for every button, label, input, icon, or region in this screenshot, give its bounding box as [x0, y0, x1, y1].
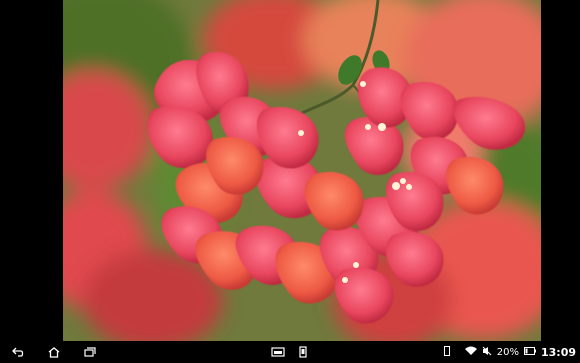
status-area[interactable]: 20% 13:09: [443, 341, 576, 363]
back-icon[interactable]: [8, 341, 28, 363]
wifi-icon: [464, 346, 477, 358]
bougainvillea-photo: [63, 0, 541, 341]
small-apps-icon[interactable]: [268, 341, 288, 363]
home-icon[interactable]: [44, 341, 64, 363]
notification-icon: [443, 345, 450, 359]
mute-icon: [482, 346, 492, 359]
screenshot-icon[interactable]: [293, 341, 313, 363]
system-navigation-bar: 20% 13:09: [0, 341, 580, 363]
battery-percent: 20%: [496, 346, 519, 358]
battery-icon: [523, 346, 536, 358]
recent-apps-icon[interactable]: [80, 341, 100, 363]
status-clock: 13:09: [540, 345, 576, 359]
photo-viewer[interactable]: [63, 0, 541, 341]
